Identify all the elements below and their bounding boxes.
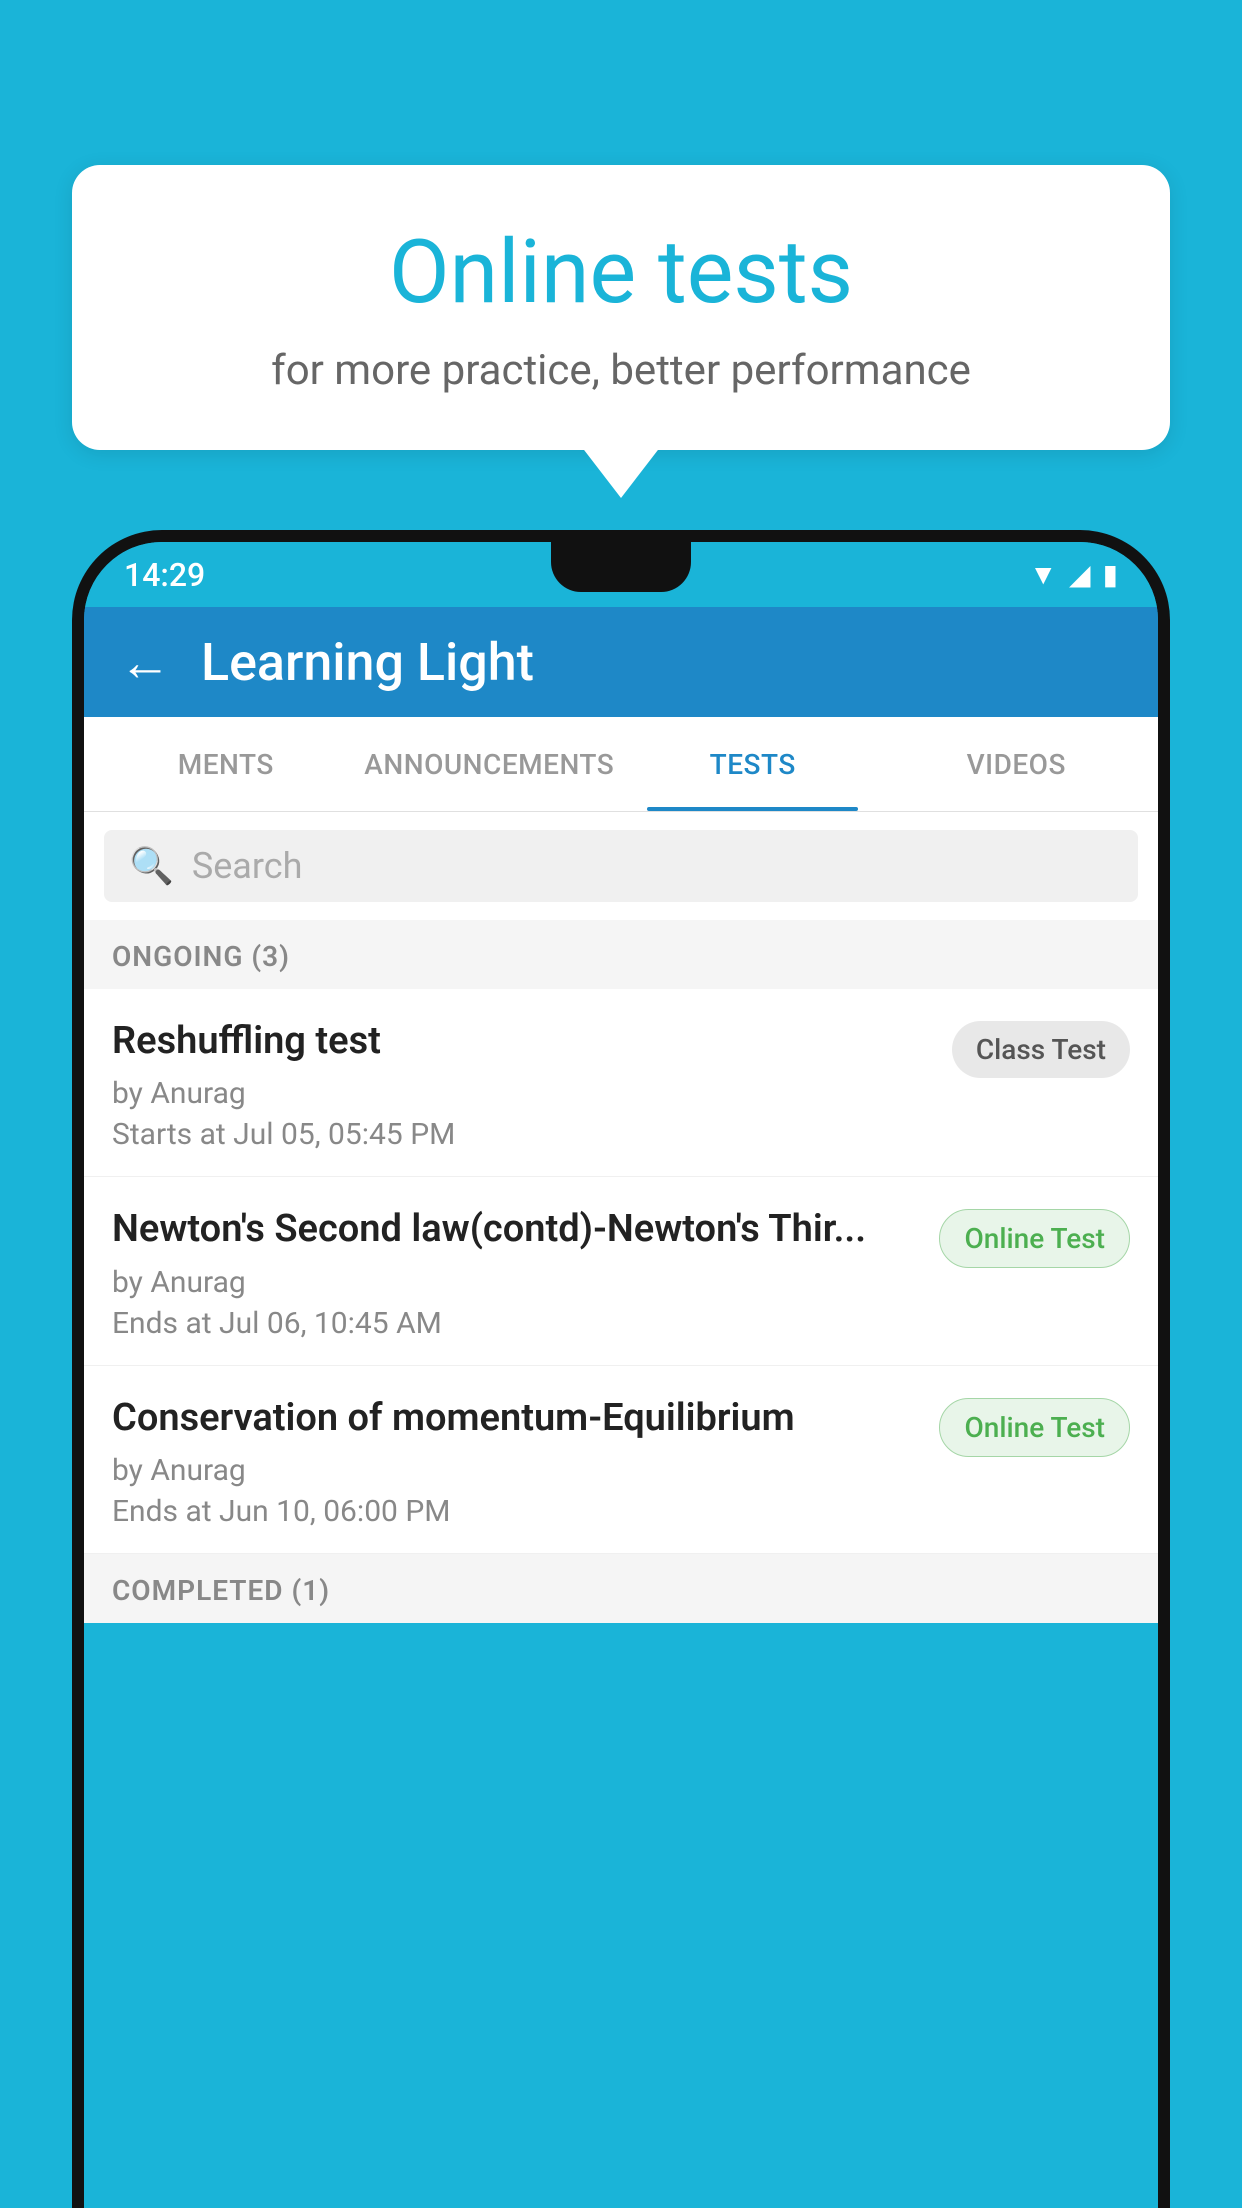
bubble-title: Online tests	[122, 225, 1120, 322]
search-bar[interactable]: 🔍 Search	[104, 830, 1138, 902]
app-bar: ← Learning Light	[84, 607, 1158, 717]
status-bar: 14:29 ▼ ◢ ▮	[84, 542, 1158, 607]
test-info-3: Conservation of momentum-Equilibrium by …	[112, 1394, 919, 1529]
status-time: 14:29	[124, 556, 205, 594]
test-name-1: Reshuffling test	[112, 1017, 932, 1066]
test-time-3: Ends at Jun 10, 06:00 PM	[112, 1494, 919, 1529]
test-name-2: Newton's Second law(contd)-Newton's Thir…	[112, 1205, 919, 1254]
bubble-subtitle: for more practice, better performance	[122, 346, 1120, 395]
notch	[551, 542, 691, 592]
test-item-2[interactable]: Newton's Second law(contd)-Newton's Thir…	[84, 1177, 1158, 1365]
test-info-2: Newton's Second law(contd)-Newton's Thir…	[112, 1205, 919, 1340]
search-placeholder: Search	[192, 845, 303, 887]
test-name-3: Conservation of momentum-Equilibrium	[112, 1394, 919, 1443]
search-container: 🔍 Search	[84, 812, 1158, 920]
completed-label: COMPLETED (1)	[112, 1574, 330, 1607]
test-time-2: Ends at Jul 06, 10:45 AM	[112, 1306, 919, 1341]
speech-bubble: Online tests for more practice, better p…	[72, 165, 1170, 450]
app-title: Learning Light	[201, 632, 534, 693]
tab-tests[interactable]: TESTS	[621, 717, 885, 811]
ongoing-section-header: ONGOING (3)	[84, 920, 1158, 989]
phone-inner: 14:29 ▼ ◢ ▮ ← Learning Light MENTS ANNOU…	[84, 542, 1158, 2208]
test-item-3[interactable]: Conservation of momentum-Equilibrium by …	[84, 1366, 1158, 1554]
test-item-1[interactable]: Reshuffling test by Anurag Starts at Jul…	[84, 989, 1158, 1177]
tab-ments[interactable]: MENTS	[94, 717, 358, 811]
phone-frame: 14:29 ▼ ◢ ▮ ← Learning Light MENTS ANNOU…	[72, 530, 1170, 2208]
test-time-1: Starts at Jul 05, 05:45 PM	[112, 1117, 932, 1152]
test-by-3: by Anurag	[112, 1453, 919, 1488]
wifi-icon: ▼	[1029, 558, 1057, 591]
tabs-bar: MENTS ANNOUNCEMENTS TESTS VIDEOS	[84, 717, 1158, 812]
phone-screen: 14:29 ▼ ◢ ▮ ← Learning Light MENTS ANNOU…	[84, 542, 1158, 2208]
test-badge-2: Online Test	[939, 1209, 1130, 1268]
back-button[interactable]: ←	[119, 632, 171, 693]
tab-videos[interactable]: VIDEOS	[885, 717, 1149, 811]
test-by-1: by Anurag	[112, 1076, 932, 1111]
battery-icon: ▮	[1103, 558, 1118, 591]
test-list: Reshuffling test by Anurag Starts at Jul…	[84, 989, 1158, 1554]
search-icon: 🔍	[129, 845, 174, 887]
completed-section-header: COMPLETED (1)	[84, 1554, 1158, 1623]
signal-icon: ◢	[1069, 558, 1091, 591]
test-by-2: by Anurag	[112, 1265, 919, 1300]
test-info-1: Reshuffling test by Anurag Starts at Jul…	[112, 1017, 932, 1152]
status-icons: ▼ ◢ ▮	[1029, 558, 1118, 591]
test-badge-1: Class Test	[952, 1021, 1130, 1078]
tab-announcements[interactable]: ANNOUNCEMENTS	[358, 717, 622, 811]
ongoing-label: ONGOING (3)	[112, 940, 290, 973]
test-badge-3: Online Test	[939, 1398, 1130, 1457]
